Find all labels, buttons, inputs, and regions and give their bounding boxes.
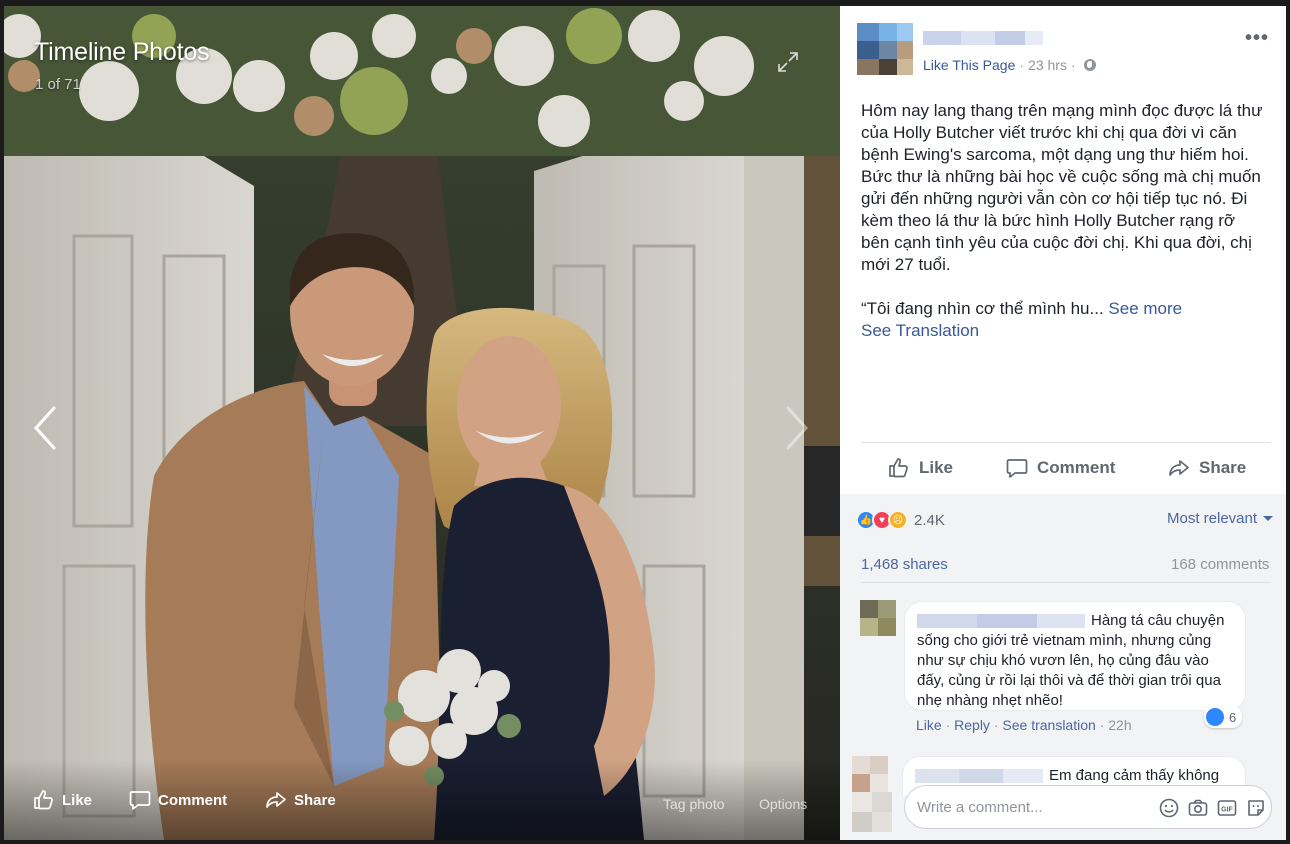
share-arrow-icon <box>266 792 286 808</box>
camera-icon[interactable] <box>1187 797 1209 819</box>
facebook-photo-theater: Timeline Photos 1 of 71 Like Comment Sha… <box>4 6 1286 840</box>
emoji-icon[interactable] <box>1158 797 1180 819</box>
comment-actions: Like · Reply · See translation · 22h <box>916 717 1132 733</box>
current-user-avatar[interactable] <box>852 792 892 832</box>
commenter-name-redacted[interactable] <box>915 769 1043 784</box>
post-share-button[interactable]: Share <box>1167 456 1246 480</box>
sort-label: Most relevant <box>1167 510 1258 527</box>
reactions-and-comments: 👍 ♥ ☹ 2.4K Most relevant 1,468 shares 16… <box>840 494 1286 840</box>
like-page-link[interactable]: Like This Page <box>923 57 1015 73</box>
caret-down-icon <box>1263 516 1274 521</box>
svg-text:GIF: GIF <box>1221 807 1233 814</box>
post-actions: Like Comment Share <box>861 446 1271 494</box>
post-comment-label: Comment <box>1037 458 1116 477</box>
comments-count[interactable]: 168 comments <box>1171 556 1269 573</box>
reaction-summary[interactable]: 👍 ♥ ☹ 2.4K <box>856 510 945 530</box>
comment-see-translation-link[interactable]: See translation <box>1002 717 1095 733</box>
sad-reaction-icon: ☹ <box>888 510 908 530</box>
post-paragraph: Hôm nay lang thang trên mạng mình đọc đư… <box>861 101 1263 274</box>
comment-bubble: Hàng tá câu chuyện sống cho giới trẻ vie… <box>904 601 1246 711</box>
comments-divider <box>861 582 1271 583</box>
comment-input[interactable] <box>917 796 1137 818</box>
post-panel: Like This Page · 23 hrs · ••• Hôm nay la… <box>840 6 1286 840</box>
post-body: Hôm nay lang thang trên mạng mình đọc đư… <box>861 100 1265 342</box>
thumbs-up-icon <box>34 790 53 810</box>
see-translation-link[interactable]: See Translation <box>861 320 1265 342</box>
thumbs-up-icon <box>889 458 908 478</box>
comment-bubble-icon <box>1006 459 1028 478</box>
photo-counter: 1 of 71 <box>35 76 81 93</box>
shares-count[interactable]: 1,468 shares <box>861 556 948 573</box>
chevron-right-icon[interactable] <box>782 404 812 452</box>
tag-photo-button[interactable]: Tag photo <box>663 796 725 812</box>
album-title[interactable]: Timeline Photos <box>34 38 210 67</box>
meta-separator: · <box>1019 57 1025 73</box>
reaction-count: 2.4K <box>914 511 945 529</box>
photo-comment-label: Comment <box>158 791 228 809</box>
share-arrow-icon <box>1169 460 1189 476</box>
chevron-left-icon[interactable] <box>30 404 60 452</box>
page-avatar[interactable] <box>857 23 913 75</box>
comment-text: Em đang cảm thấy không <box>1049 767 1220 784</box>
commenter-avatar[interactable] <box>852 756 888 792</box>
post-quote: “Tôi đang nhìn cơ thể mình hu... See mor… <box>861 298 1265 320</box>
commenter-name-redacted[interactable] <box>917 614 1085 629</box>
post-like-label: Like <box>919 458 954 477</box>
photo-stage: Timeline Photos 1 of 71 Like Comment Sha… <box>4 6 840 840</box>
comment-time[interactable]: 22h <box>1108 717 1131 733</box>
gif-icon[interactable]: GIF <box>1216 797 1238 819</box>
more-dots-icon[interactable]: ••• <box>1245 28 1269 48</box>
commenter-avatar[interactable] <box>860 600 896 636</box>
photo-like-button[interactable]: Like <box>32 788 92 812</box>
post-share-label: Share <box>1199 458 1247 477</box>
expand-icon[interactable] <box>776 50 800 74</box>
comment-like-link[interactable]: Like <box>916 717 942 733</box>
comment-reply-link[interactable]: Reply <box>954 717 990 733</box>
globe-icon <box>1083 59 1096 71</box>
meta-separator: · <box>1070 57 1076 73</box>
post-comment-button[interactable]: Comment <box>1005 456 1115 480</box>
photo-share-button[interactable]: Share <box>264 788 336 812</box>
comment-sort-dropdown[interactable]: Most relevant <box>1167 510 1274 527</box>
photo-like-label: Like <box>62 791 93 809</box>
actions-divider <box>861 442 1271 443</box>
comment-reaction-count[interactable]: 6 <box>1204 706 1243 728</box>
comment-reaction-number: 6 <box>1229 709 1237 725</box>
comment-bubble-icon <box>129 791 151 810</box>
photo-share-label: Share <box>294 791 336 809</box>
wedding-photo[interactable] <box>4 6 840 840</box>
comment-composer: GIF <box>904 785 1272 829</box>
post-meta: Like This Page · 23 hrs · <box>923 57 1096 73</box>
photo-comment-button[interactable]: Comment <box>128 788 227 812</box>
sticker-icon[interactable] <box>1245 797 1267 819</box>
options-button[interactable]: Options <box>759 796 807 812</box>
post-like-button[interactable]: Like <box>887 456 953 480</box>
like-reaction-icon <box>1206 708 1224 726</box>
post-time[interactable]: 23 hrs <box>1028 57 1067 73</box>
see-more-link[interactable]: See more <box>1108 299 1182 318</box>
page-name-redacted[interactable] <box>923 31 1043 45</box>
post-quote-text: “Tôi đang nhìn cơ thể mình hu... <box>861 299 1104 318</box>
